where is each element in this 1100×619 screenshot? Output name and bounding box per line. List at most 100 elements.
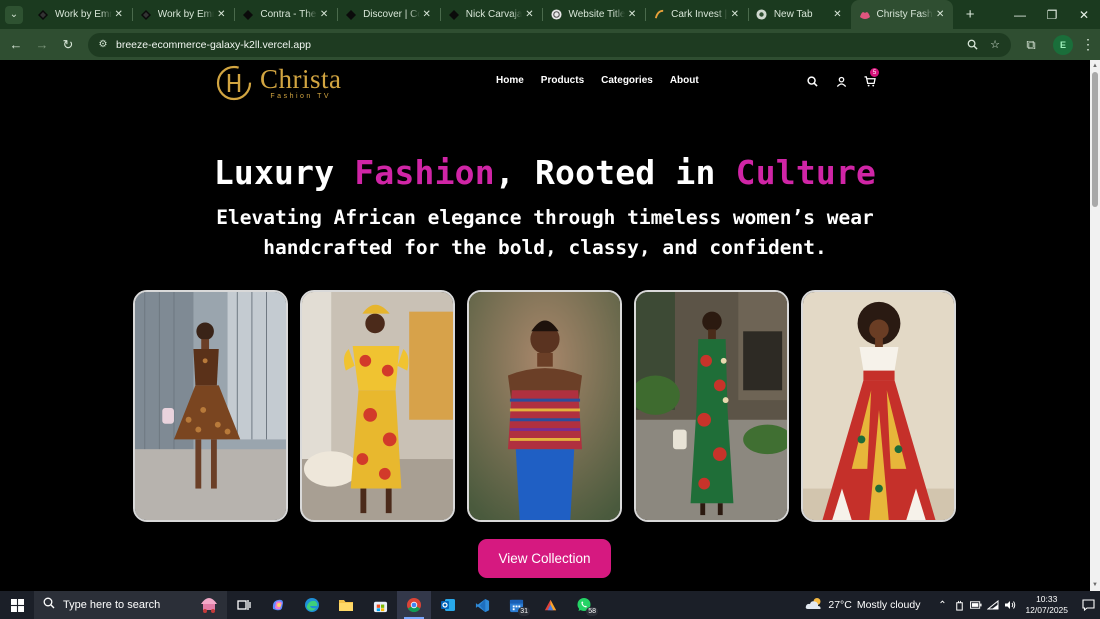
close-icon[interactable]: ✕	[317, 8, 331, 22]
close-icon[interactable]: ✕	[420, 8, 434, 22]
close-icon[interactable]: ✕	[933, 8, 947, 22]
reload-icon[interactable]: ↻	[56, 33, 80, 57]
headline-accent-culture: Culture	[735, 153, 877, 192]
collection-gallery	[133, 290, 956, 522]
globe-icon	[550, 9, 562, 21]
search-icon	[43, 596, 55, 614]
search-highlight-icon	[197, 594, 221, 618]
logo-subtitle: Fashion TV	[270, 93, 332, 100]
battery-icon[interactable]	[968, 597, 984, 613]
browser-tab[interactable]: Work by Emma ✕	[131, 0, 235, 29]
vscode-icon[interactable]	[465, 591, 499, 619]
copilot-icon[interactable]	[261, 591, 295, 619]
headline-part: , Rooted in	[494, 153, 736, 192]
subheading-line: Elevating African elegance through timel…	[216, 206, 874, 229]
browser-tab[interactable]: Discover | Con ✕	[337, 0, 440, 29]
scroll-down-arrow-icon[interactable]: ▼	[1092, 582, 1098, 588]
site-logo[interactable]: Christa Fashion TV	[216, 65, 342, 101]
main-menu: Home Products Categories About	[496, 75, 716, 86]
extensions-puzzle-icon[interactable]: ⧉	[1017, 33, 1045, 57]
bookmark-star-icon[interactable]: ☆	[985, 35, 1005, 55]
scroll-up-arrow-icon[interactable]: ▲	[1092, 63, 1098, 69]
close-icon[interactable]: ✕	[831, 8, 845, 22]
logo-name: Christa	[260, 64, 342, 94]
zoom-icon[interactable]	[962, 35, 982, 55]
profile-avatar[interactable]: E	[1053, 34, 1073, 55]
model-green-red-dress-photo[interactable]	[634, 290, 789, 522]
system-tray: 27°C Mostly cloudy ⌃ 10:33 12/07/2025	[805, 591, 1100, 619]
tab-title: Website Title I	[568, 9, 626, 20]
browser-tab[interactable]: New Tab ✕	[747, 0, 851, 29]
close-icon[interactable]: ✕	[728, 8, 742, 22]
tab-title: Work by Emma	[55, 9, 112, 20]
nav-home-link[interactable]: Home	[496, 75, 524, 86]
figma-diamond-icon	[140, 9, 152, 21]
nav-about-link[interactable]: About	[670, 75, 699, 86]
browser-tab[interactable]: Cark Invest | W ✕	[645, 0, 748, 29]
windows-taskbar: Type here to search 31 58 27°C Mostly cl…	[0, 591, 1100, 619]
tab-title: Nick Carvajal |	[465, 9, 523, 20]
browser-tab-bar: ⌄ Work by Emma ✕ Work by Emma ✕ Contra -…	[0, 0, 1100, 29]
model-red-yellow-gown-photo[interactable]	[801, 290, 956, 522]
tab-search-chevron-icon[interactable]: ⌄	[5, 5, 23, 24]
model-brown-print-dress-photo[interactable]	[133, 290, 288, 522]
close-icon[interactable]: ✕	[112, 8, 126, 22]
notifications-icon[interactable]	[1076, 591, 1100, 619]
taskbar-search[interactable]: Type here to search	[34, 591, 227, 619]
outlook-icon[interactable]	[431, 591, 465, 619]
navbar-actions: 5	[805, 68, 892, 88]
task-view-icon[interactable]	[227, 591, 261, 619]
address-bar[interactable]: ⚙ breeze-ecommerce-galaxy-k2ll.vercel.ap…	[88, 32, 1011, 57]
user-icon[interactable]	[834, 74, 848, 88]
page-scrollbar[interactable]: ▲ ▼	[1090, 60, 1100, 591]
restore-icon[interactable]: ❐	[1036, 0, 1068, 29]
close-icon[interactable]: ✕	[214, 8, 228, 22]
nav-categories-link[interactable]: Categories	[601, 75, 653, 86]
edge-icon[interactable]	[295, 591, 329, 619]
browser-menu-icon[interactable]: ⋮	[1077, 33, 1099, 57]
calendar-icon[interactable]: 31	[499, 591, 533, 619]
minimize-icon[interactable]: —	[1004, 0, 1036, 29]
weather-widget[interactable]: 27°C Mostly cloudy	[805, 597, 920, 613]
new-tab-plus-icon[interactable]: +	[959, 4, 981, 26]
microsoft-store-icon[interactable]	[363, 591, 397, 619]
taskbar-search-placeholder: Type here to search	[63, 599, 161, 611]
back-arrow-icon[interactable]: ←	[4, 33, 28, 57]
whatsapp-badge: 58	[586, 607, 598, 616]
chevron-up-icon[interactable]: ⌃	[934, 597, 950, 613]
forward-arrow-icon[interactable]: →	[30, 33, 54, 57]
file-explorer-icon[interactable]	[329, 591, 363, 619]
browser-tab[interactable]: Work by Emma ✕	[29, 0, 132, 29]
app-icon[interactable]	[533, 591, 567, 619]
site-info-icon[interactable]: ⚙	[96, 38, 110, 52]
browser-tab[interactable]: Website Title I ✕	[542, 0, 645, 29]
cart-icon[interactable]: 5	[863, 68, 879, 88]
headline-accent-fashion: Fashion	[354, 153, 495, 192]
nav-products-link[interactable]: Products	[541, 75, 584, 86]
hero-subheading: Elevating African elegance through timel…	[0, 203, 1090, 263]
wifi-icon[interactable]	[985, 597, 1001, 613]
url-text[interactable]: breeze-ecommerce-galaxy-k2ll.vercel.app	[116, 39, 959, 51]
view-collection-button[interactable]: View Collection	[478, 539, 611, 578]
search-icon[interactable]	[805, 74, 819, 88]
window-close-icon[interactable]: ✕	[1068, 0, 1100, 29]
subheading-line: handcrafted for the bold, classy, and co…	[263, 236, 827, 259]
close-icon[interactable]: ✕	[522, 8, 536, 22]
model-striped-top-photo[interactable]	[467, 290, 622, 522]
scrollbar-thumb[interactable]	[1092, 72, 1098, 207]
web-page: Christa Fashion TV Home Products Categor…	[0, 60, 1090, 591]
windows-start-icon[interactable]	[0, 591, 34, 619]
tab-title: Discover | Con	[363, 9, 420, 20]
whatsapp-icon[interactable]: 58	[567, 591, 601, 619]
tab-title: Work by Emma	[157, 9, 215, 20]
browser-tab[interactable]: Contra - The c ✕	[234, 0, 337, 29]
browser-tab[interactable]: Nick Carvajal | ✕	[439, 0, 543, 29]
volume-icon[interactable]	[1002, 597, 1018, 613]
browser-tab-active[interactable]: Christy Fashion ✕	[850, 0, 954, 29]
close-icon[interactable]: ✕	[625, 8, 639, 22]
usb-device-icon[interactable]	[951, 597, 967, 613]
taskbar-clock[interactable]: 10:33 12/07/2025	[1025, 594, 1068, 616]
model-yellow-red-dress-photo[interactable]	[300, 290, 455, 522]
contra-icon	[242, 9, 254, 21]
chrome-icon[interactable]	[397, 591, 431, 619]
